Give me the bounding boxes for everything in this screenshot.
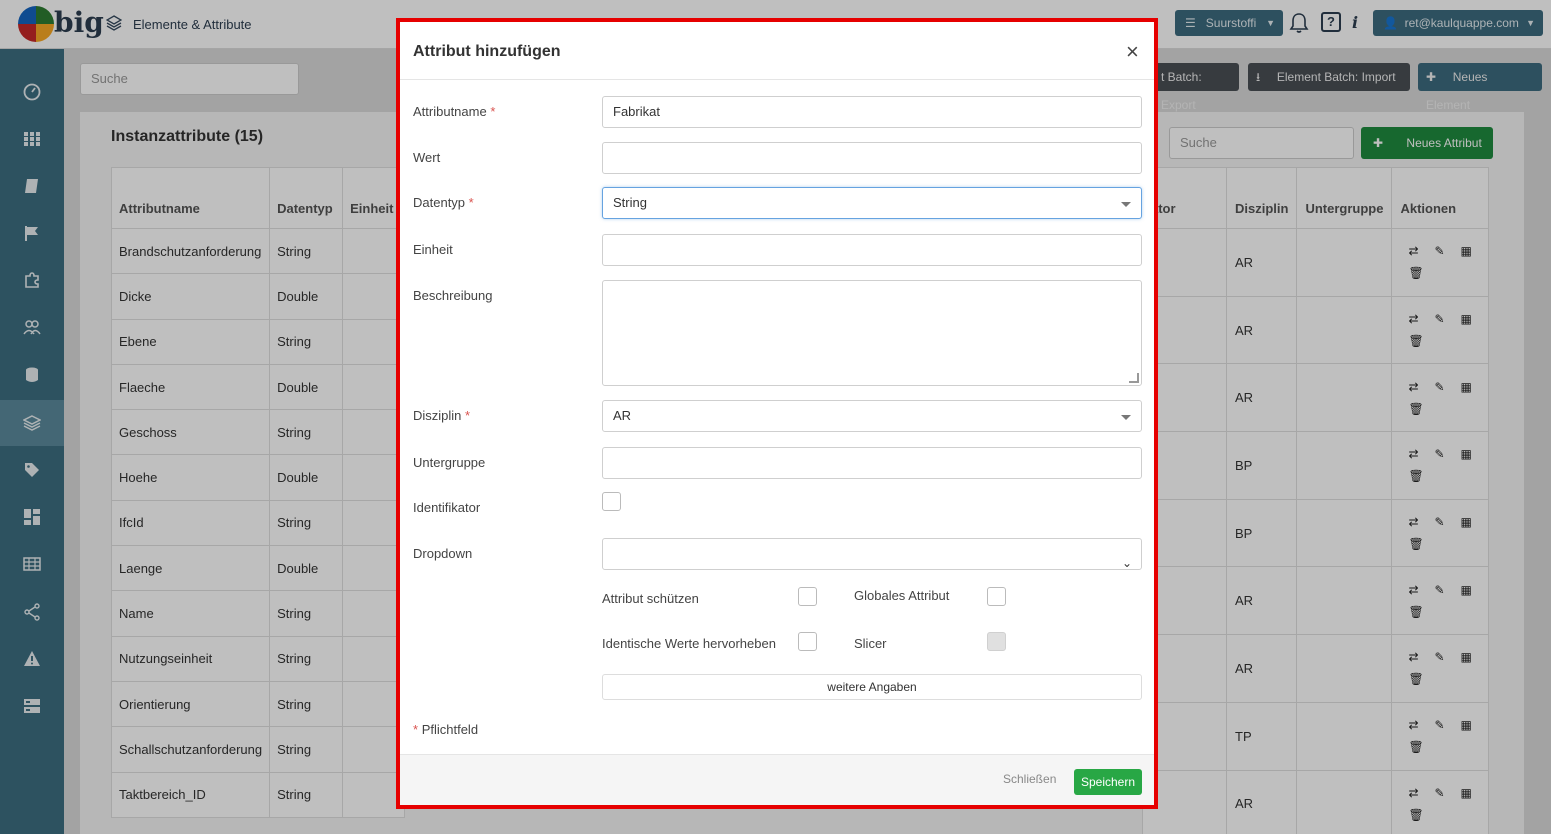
- identifikator-label: Identifikator: [413, 500, 481, 515]
- disziplin-value: AR: [613, 408, 632, 423]
- identische-werte-checkbox[interactable]: [798, 632, 817, 651]
- attribut-schuetzen-checkbox[interactable]: [798, 587, 817, 606]
- wert-label: Wert: [413, 150, 441, 165]
- dropdown-label: Dropdown: [413, 546, 473, 561]
- close-button[interactable]: Schließen: [1003, 772, 1056, 786]
- identische-werte-label: Identische Werte hervorheben: [602, 636, 776, 651]
- untergruppe-input[interactable]: [602, 447, 1142, 479]
- slicer-label: Slicer: [854, 636, 887, 651]
- globales-attribut-checkbox[interactable]: [987, 587, 1006, 606]
- einheit-label: Einheit: [413, 242, 453, 257]
- required-field-note: * Pflichtfeld: [413, 722, 479, 737]
- disziplin-label: Disziplin *: [413, 408, 471, 423]
- datentyp-select[interactable]: String: [602, 187, 1142, 219]
- dropdown-select[interactable]: ⌄: [602, 538, 1142, 570]
- slicer-checkbox: [987, 632, 1006, 651]
- disziplin-select[interactable]: AR: [602, 400, 1142, 432]
- attributname-input[interactable]: Fabrikat: [602, 96, 1142, 128]
- caret-down-icon: [1121, 202, 1131, 207]
- attributname-label: Attributname *: [413, 104, 496, 119]
- attribut-schuetzen-label: Attribut schützen: [602, 591, 699, 606]
- globales-attribut-label: Globales Attribut: [854, 588, 950, 603]
- datentyp-value: String: [613, 195, 647, 210]
- save-button[interactable]: Speichern: [1074, 769, 1142, 795]
- modal-footer: Schließen Speichern: [400, 754, 1154, 805]
- caret-down-icon: [1121, 415, 1131, 420]
- modal-header: Attribut hinzufügen ×: [400, 22, 1154, 80]
- beschreibung-label: Beschreibung: [413, 288, 493, 303]
- einheit-input[interactable]: [602, 234, 1142, 266]
- chevron-down-icon: ⌄: [1121, 556, 1132, 570]
- modal-title: Attribut hinzufügen: [413, 43, 561, 60]
- beschreibung-textarea[interactable]: [602, 280, 1142, 386]
- datentyp-label: Datentyp *: [413, 195, 474, 210]
- untergruppe-label: Untergruppe: [413, 455, 486, 470]
- wert-input[interactable]: [602, 142, 1142, 174]
- close-icon[interactable]: ×: [1126, 39, 1139, 65]
- identifikator-checkbox[interactable]: [602, 492, 621, 511]
- add-attribute-dialog: Attribut hinzufügen × Attributname * Fab…: [396, 18, 1158, 809]
- more-details-button[interactable]: weitere Angaben: [602, 674, 1142, 700]
- resize-handle-icon[interactable]: [1129, 373, 1139, 383]
